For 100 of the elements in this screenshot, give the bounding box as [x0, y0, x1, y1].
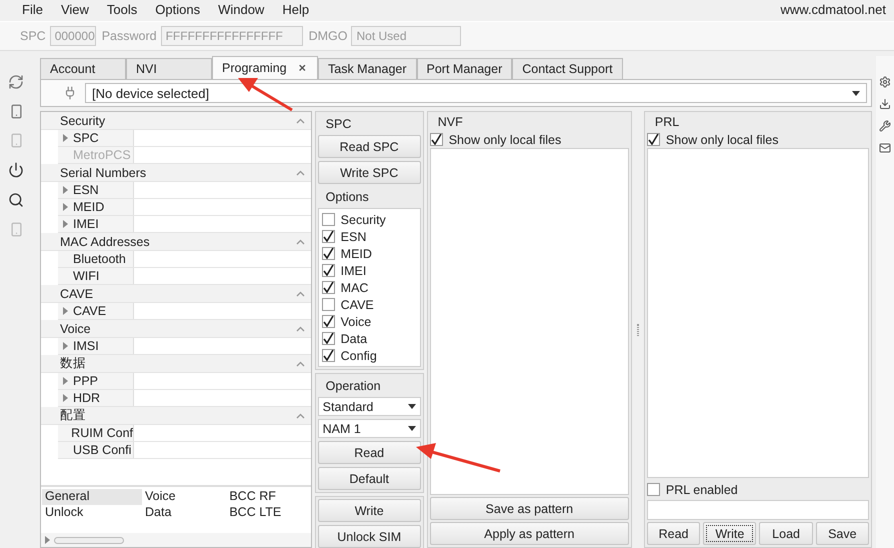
- option-label: MAC: [340, 280, 368, 294]
- checkbox[interactable]: [322, 213, 335, 226]
- collapse-icon[interactable]: [296, 170, 305, 176]
- collapse-icon[interactable]: [296, 290, 305, 296]
- collapse-icon[interactable]: [296, 360, 305, 366]
- section-title: 数据: [60, 355, 86, 372]
- tab[interactable]: Account: [40, 58, 126, 79]
- checkbox[interactable]: [646, 483, 660, 496]
- tab[interactable]: Programing ×: [212, 56, 318, 79]
- phone-icon[interactable]: [8, 222, 24, 237]
- checkbox[interactable]: [322, 298, 335, 311]
- collapse-icon[interactable]: [296, 326, 305, 332]
- field-label: Password: [102, 29, 157, 43]
- option-label: Voice: [340, 314, 372, 328]
- collapse-icon[interactable]: [296, 238, 305, 244]
- option-label: ESN: [340, 230, 366, 244]
- action-button[interactable]: Write: [318, 499, 421, 522]
- section-title: MAC Addresses: [60, 234, 150, 248]
- close-icon[interactable]: ×: [298, 61, 306, 75]
- option-label: IMEI: [340, 264, 366, 278]
- expand-arrow-icon[interactable]: [63, 342, 68, 350]
- menu-item[interactable]: View: [60, 2, 97, 16]
- action-button[interactable]: Unlock SIM: [318, 525, 421, 548]
- prl-button[interactable]: Write: [703, 522, 756, 545]
- search-icon[interactable]: [8, 192, 24, 208]
- wrench-icon[interactable]: [879, 120, 891, 132]
- power-icon[interactable]: [8, 162, 24, 178]
- spc-button[interactable]: Read SPC: [318, 135, 421, 158]
- checkbox-label: PRL enabled: [666, 482, 738, 496]
- prl-button[interactable]: Load: [759, 522, 813, 545]
- category-item[interactable]: General: [42, 489, 142, 505]
- checkbox-label: Show only local files: [448, 132, 562, 146]
- property-label: PPP: [58, 373, 133, 389]
- checkbox[interactable]: [322, 349, 335, 362]
- category-item[interactable]: BCC RF: [226, 489, 276, 505]
- checkbox[interactable]: [322, 230, 335, 243]
- checkbox[interactable]: [322, 264, 335, 277]
- annotation-arrow: [238, 78, 293, 112]
- select-field[interactable]: NAM 1: [318, 419, 421, 438]
- section-title: Security: [60, 114, 106, 128]
- dropdown-caret-icon: [852, 90, 860, 96]
- expand-arrow-icon[interactable]: [63, 394, 68, 402]
- section-title: Voice: [60, 322, 91, 336]
- collapse-icon[interactable]: [296, 118, 305, 124]
- expand-arrow-icon[interactable]: [45, 536, 50, 544]
- expand-arrow-icon[interactable]: [63, 203, 68, 211]
- device-dropdown[interactable]: [No device selected]: [85, 83, 867, 103]
- property-label: HDR: [58, 390, 133, 406]
- menu-item[interactable]: File: [22, 2, 51, 16]
- category-item[interactable]: Data: [142, 505, 172, 521]
- category-item[interactable]: Unlock: [42, 505, 84, 521]
- operation-button[interactable]: Default: [318, 467, 421, 490]
- operation-button[interactable]: Read: [318, 441, 421, 464]
- group-title: Operation: [324, 378, 382, 394]
- spc-button[interactable]: Write SPC: [318, 161, 421, 184]
- section-title: CAVE: [60, 286, 94, 300]
- property-label: IMEI: [58, 216, 133, 232]
- property-label: MetroPCS: [58, 147, 133, 163]
- menu-item[interactable]: Options: [155, 2, 208, 16]
- select-field[interactable]: Standard: [318, 397, 421, 416]
- phone-icon[interactable]: [8, 104, 24, 119]
- expand-arrow-icon[interactable]: [63, 307, 68, 315]
- phone-icon[interactable]: [8, 133, 24, 148]
- collapse-icon[interactable]: [296, 412, 305, 418]
- checkbox[interactable]: [322, 247, 335, 260]
- tab[interactable]: Task Manager: [318, 58, 417, 79]
- menu-item[interactable]: Window: [218, 2, 272, 16]
- expand-arrow-icon[interactable]: [63, 134, 68, 142]
- category-item[interactable]: BCC LTE: [226, 505, 282, 521]
- pattern-button[interactable]: Save as pattern: [430, 497, 629, 520]
- refresh-icon[interactable]: [8, 74, 24, 90]
- checkbox[interactable]: [322, 332, 335, 345]
- checkbox[interactable]: [430, 133, 443, 146]
- tab[interactable]: NVI: [126, 58, 212, 79]
- mail-icon[interactable]: [879, 142, 891, 154]
- expand-arrow-icon[interactable]: [63, 377, 68, 385]
- expand-arrow-icon[interactable]: [63, 220, 68, 228]
- download-icon[interactable]: [879, 98, 891, 110]
- expand-arrow-icon[interactable]: [63, 186, 68, 194]
- checkbox[interactable]: [646, 133, 660, 146]
- prl-button[interactable]: Save: [816, 522, 869, 545]
- tab[interactable]: Contact Support: [512, 58, 623, 79]
- field-label: SPC: [20, 29, 46, 43]
- property-label: CAVE: [58, 303, 133, 319]
- gear-icon[interactable]: [879, 76, 891, 88]
- category-item[interactable]: Voice: [142, 489, 176, 505]
- prl-button[interactable]: Read: [646, 522, 700, 545]
- group-title: Options: [324, 189, 370, 205]
- menu-item[interactable]: Tools: [106, 2, 146, 16]
- option-label: Config: [340, 348, 377, 362]
- input-field[interactable]: [646, 500, 869, 520]
- checkbox[interactable]: [322, 281, 335, 294]
- checkbox[interactable]: [322, 315, 335, 328]
- property-label: MEID: [58, 199, 133, 215]
- tab[interactable]: Port Manager: [416, 58, 512, 79]
- property-label: RUIM Conf: [58, 425, 133, 441]
- pattern-button[interactable]: Apply as pattern: [430, 522, 629, 545]
- scrollbar[interactable]: [41, 533, 311, 547]
- menu-item[interactable]: Help: [282, 2, 318, 16]
- property-label: SPC: [58, 130, 133, 146]
